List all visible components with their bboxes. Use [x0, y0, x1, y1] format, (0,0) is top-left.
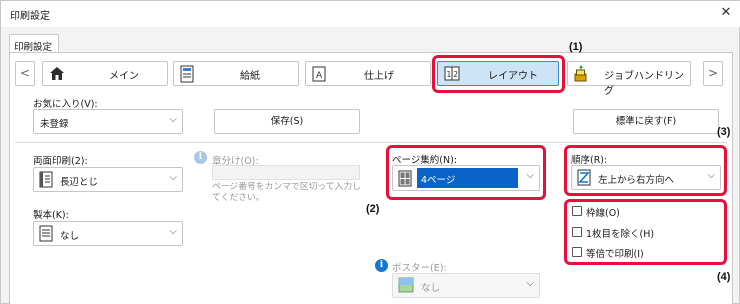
title-bar: 印刷設定 ✕ — [1, 1, 740, 27]
poster-value: なし — [421, 283, 441, 294]
tab-print-settings[interactable]: 印刷設定 — [9, 34, 59, 53]
nup-label: ページ集約(N): — [392, 155, 458, 166]
binding-label: 製本(K): — [33, 210, 69, 221]
chevron-down-icon: ⌵ — [169, 226, 177, 237]
chapter-hint: ページ番号をカンマで区切って入力してください。 — [212, 182, 361, 203]
favorites-value: 未登録 — [40, 119, 69, 130]
chevron-down-icon: ⌵ — [526, 278, 534, 289]
exclude-first-page-label: 1枚目を除く(H) — [586, 229, 655, 240]
exclude-first-page-checkbox[interactable] — [572, 227, 582, 237]
nav-tab-job-handling-label: ジョブハンドリング — [604, 71, 684, 97]
divider — [15, 142, 727, 143]
save-button[interactable]: 保存(S) — [214, 109, 360, 134]
info-icon: i — [194, 151, 207, 164]
chevron-down-icon: ⌵ — [526, 170, 534, 181]
finishing-icon: A — [312, 66, 326, 82]
nup-select[interactable]: 4ページ ⌵ — [392, 165, 540, 191]
job-handling-icon — [574, 65, 587, 82]
chevron-down-icon: ⌵ — [169, 114, 177, 125]
print-actual-size-checkbox[interactable] — [572, 247, 582, 257]
callout-box-1 — [432, 55, 565, 93]
binding-select[interactable]: なし ⌵ — [33, 221, 183, 246]
nav-tab-paper-source-label: 給紙 — [240, 71, 260, 82]
document-icon — [39, 225, 53, 242]
favorites-label: お気に入り(V): — [33, 99, 98, 110]
duplex-value: 長辺とじ — [60, 177, 99, 188]
chapter-input — [212, 165, 360, 180]
nav-tab-main[interactable]: メイン — [42, 61, 168, 86]
print-actual-size-label: 等倍で印刷(I) — [586, 249, 644, 260]
nav-tab-finishing-label: 仕上げ — [364, 71, 394, 82]
chevron-down-icon: ⌵ — [169, 172, 177, 183]
paper-tray-icon — [180, 65, 194, 83]
nav-tab-paper-source[interactable]: 給紙 — [173, 61, 299, 86]
duplex-label: 両面印刷(2): — [33, 156, 88, 167]
nup-value: 4ページ — [421, 175, 456, 186]
long-edge-binding-icon — [39, 171, 53, 188]
nav-prev-button[interactable]: < — [15, 61, 35, 86]
order-select[interactable]: 左上から右方向へ ⌵ — [571, 165, 721, 190]
poster-select: なし ⌵ — [392, 273, 540, 298]
poster-label: ポスター(E): — [392, 263, 447, 274]
info-icon: i — [375, 259, 388, 272]
four-up-icon — [398, 170, 412, 187]
reset-defaults-button[interactable]: 標準に戻す(F) — [573, 109, 719, 134]
binding-value: なし — [60, 231, 80, 242]
callout-label-3: (3) — [717, 126, 731, 138]
order-value: 左上から右方向へ — [598, 175, 675, 186]
nav-tab-main-label: メイン — [109, 71, 139, 82]
print-settings-window: 印刷設定 ✕ 印刷設定 < メイン 給紙 A 仕上げ 1 2 レイアウト ジョブ… — [0, 0, 740, 304]
order-label: 順序(R): — [571, 155, 608, 166]
z-order-icon — [577, 169, 591, 186]
home-icon — [50, 67, 64, 80]
chevron-left-icon: < — [19, 66, 31, 80]
favorites-select[interactable]: 未登録 ⌵ — [33, 109, 183, 134]
close-icon[interactable]: ✕ — [717, 4, 735, 22]
window-title: 印刷設定 — [10, 11, 50, 22]
svg-text:A: A — [316, 71, 323, 81]
poster-icon — [398, 277, 414, 293]
callout-label-4: (4) — [717, 271, 731, 283]
nav-tab-job-handling[interactable]: ジョブハンドリング — [567, 61, 691, 97]
duplex-select[interactable]: 長辺とじ ⌵ — [33, 167, 183, 192]
border-label: 枠線(O) — [586, 208, 620, 219]
callout-label-2: (2) — [366, 203, 380, 215]
nav-tab-finishing[interactable]: A 仕上げ — [305, 61, 431, 86]
chevron-right-icon: > — [707, 66, 719, 80]
border-checkbox[interactable] — [572, 206, 582, 216]
nav-next-button[interactable]: > — [703, 61, 723, 86]
callout-label-1: (1) — [569, 41, 583, 53]
chevron-down-icon: ⌵ — [707, 170, 715, 181]
